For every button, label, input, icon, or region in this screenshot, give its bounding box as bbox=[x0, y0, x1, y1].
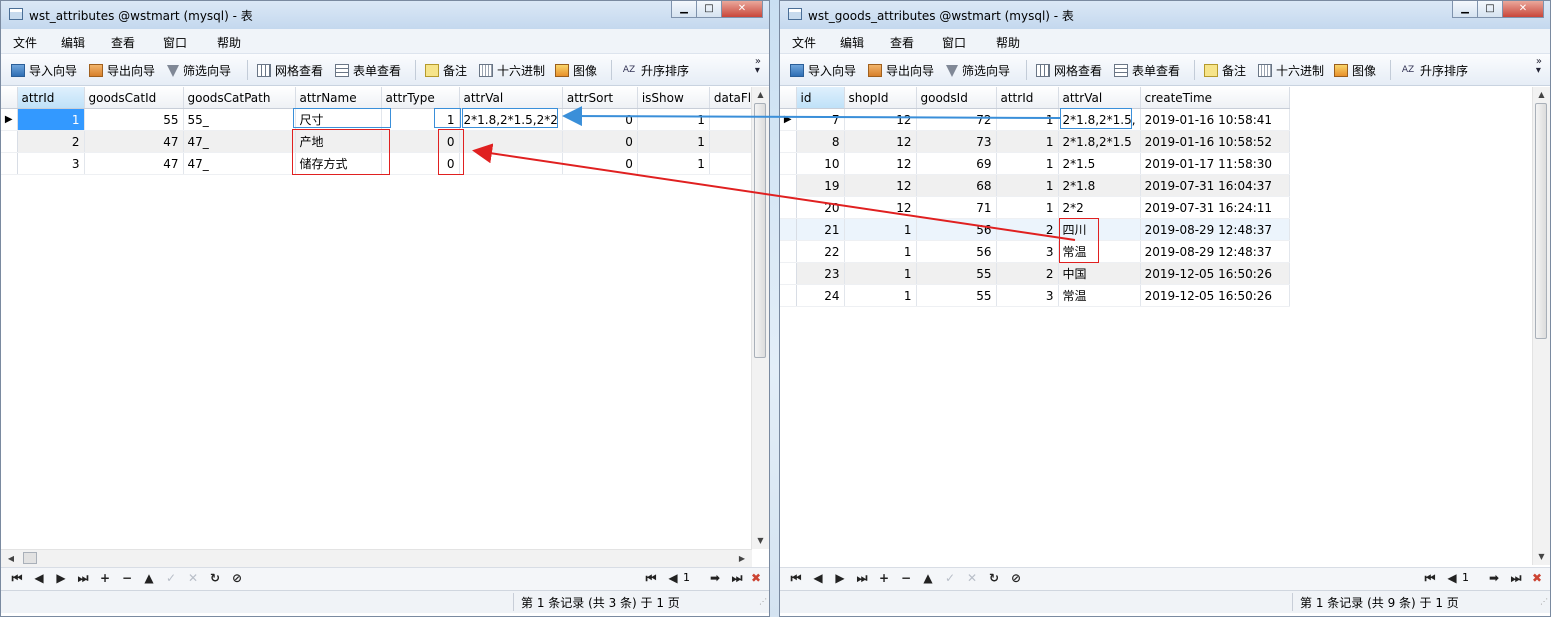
annotation-arrows bbox=[472, 106, 1076, 241]
red-arrow bbox=[472, 143, 1076, 241]
blue-arrow bbox=[562, 106, 1061, 127]
